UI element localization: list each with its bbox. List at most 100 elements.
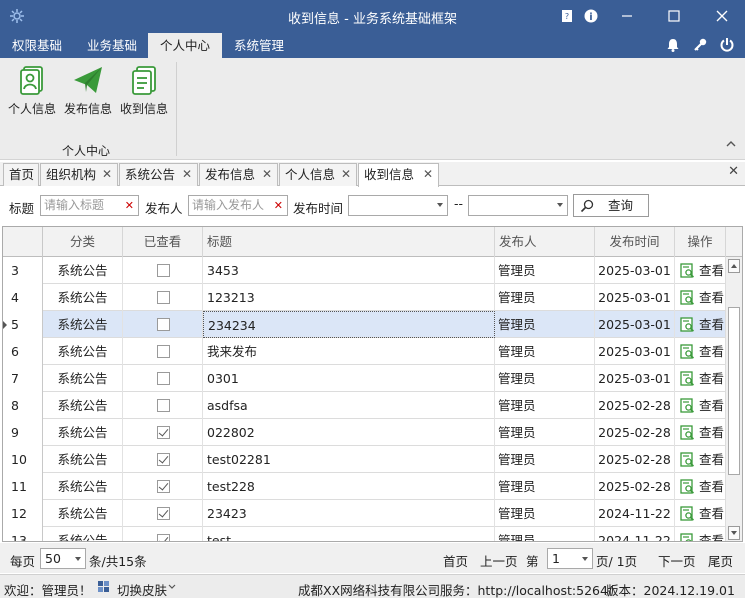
close-tab-icon[interactable]: ✕ xyxy=(102,164,112,185)
scroll-down-button[interactable] xyxy=(728,526,740,540)
table-row[interactable]: 3 系统公告 3453 管理员 2025-03-01 查看 xyxy=(3,257,726,284)
title-search-input[interactable]: 请输入标题 ✕ xyxy=(40,195,139,216)
maximize-icon[interactable] xyxy=(663,6,685,26)
next-page-link[interactable]: 下一页 xyxy=(658,551,696,570)
view-action-cell[interactable]: 查看 xyxy=(675,257,726,284)
key-icon[interactable] xyxy=(692,37,710,55)
page-select[interactable]: 1 xyxy=(547,548,593,569)
view-action-cell[interactable]: 查看 xyxy=(675,446,726,473)
info-icon[interactable]: i xyxy=(580,6,602,26)
view-link[interactable]: 查看 xyxy=(699,392,724,419)
viewed-checkbox[interactable] xyxy=(157,345,170,358)
ribbon-tab-system[interactable]: 系统管理 xyxy=(222,33,296,58)
category-cell: 系统公告 xyxy=(43,446,123,473)
table-row[interactable]: 4 系统公告 123213 管理员 2025-03-01 查看 xyxy=(3,284,726,311)
view-action-cell[interactable]: 查看 xyxy=(675,311,726,338)
table-row[interactable]: 6 系统公告 我来发布 管理员 2025-03-01 查看 xyxy=(3,338,726,365)
table-row[interactable]: 9 系统公告 022802 管理员 2025-02-28 查看 xyxy=(3,419,726,446)
view-link[interactable]: 查看 xyxy=(699,446,724,473)
chevron-down-icon[interactable] xyxy=(168,584,176,590)
doc-tab-org[interactable]: 组织机构 ✕ xyxy=(40,163,118,186)
view-action-cell[interactable]: 查看 xyxy=(675,284,726,311)
view-action-cell[interactable]: 查看 xyxy=(675,527,726,541)
publisher-search-input[interactable]: 请输入发布人 ✕ xyxy=(188,195,288,216)
viewed-checkbox[interactable] xyxy=(157,264,170,277)
close-tab-icon[interactable]: ✕ xyxy=(423,164,433,185)
close-icon[interactable] xyxy=(711,6,733,26)
table-row[interactable]: 8 系统公告 asdfsa 管理员 2025-02-28 查看 xyxy=(3,392,726,419)
table-row[interactable]: 10 系统公告 test02281 管理员 2025-02-28 查看 xyxy=(3,446,726,473)
doc-tab-publish[interactable]: 发布信息 ✕ xyxy=(199,163,278,186)
view-action-cell[interactable]: 查看 xyxy=(675,365,726,392)
bell-icon[interactable] xyxy=(665,37,683,55)
table-row[interactable]: 12 系统公告 23423 管理员 2024-11-22 查看 xyxy=(3,500,726,527)
minimize-icon[interactable] xyxy=(616,6,638,26)
doc-tab-notice[interactable]: 系统公告 ✕ xyxy=(119,163,198,186)
view-action-cell[interactable]: 查看 xyxy=(675,419,726,446)
per-page-value: 50 xyxy=(45,551,61,566)
first-page-link[interactable]: 首页 xyxy=(443,551,468,570)
personal-info-button[interactable]: 个人信息 xyxy=(4,64,60,117)
viewed-checkbox[interactable] xyxy=(157,480,170,493)
scrollbar-thumb[interactable] xyxy=(728,307,740,475)
ribbon-tab-personal[interactable]: 个人中心 xyxy=(148,33,223,58)
viewed-checkbox[interactable] xyxy=(157,426,170,439)
view-link[interactable]: 查看 xyxy=(699,338,724,365)
column-header-date[interactable]: 发布时间 xyxy=(595,227,675,257)
table-row[interactable]: 11 系统公告 test228 管理员 2025-02-28 查看 xyxy=(3,473,726,500)
view-link[interactable]: 查看 xyxy=(699,419,724,446)
table-row[interactable]: 5 系统公告 234234 管理员 2025-03-01 查看 xyxy=(3,311,726,338)
vertical-scrollbar[interactable] xyxy=(725,257,742,541)
viewed-checkbox[interactable] xyxy=(157,372,170,385)
power-icon[interactable] xyxy=(719,37,737,55)
viewed-checkbox[interactable] xyxy=(157,291,170,304)
view-action-cell[interactable]: 查看 xyxy=(675,338,726,365)
date-cell: 2025-03-01 xyxy=(595,311,675,338)
column-header-category[interactable]: 分类 xyxy=(43,227,123,257)
viewed-checkbox[interactable] xyxy=(157,453,170,466)
end-date-select[interactable] xyxy=(468,195,568,216)
close-tab-icon[interactable]: ✕ xyxy=(341,164,351,185)
clear-icon[interactable]: ✕ xyxy=(125,196,134,215)
view-link[interactable]: 查看 xyxy=(699,311,724,338)
prev-page-link[interactable]: 上一页 xyxy=(480,551,518,570)
received-info-button[interactable]: 收到信息 xyxy=(116,64,172,117)
last-page-link[interactable]: 尾页 xyxy=(708,551,733,570)
view-action-cell[interactable]: 查看 xyxy=(675,392,726,419)
doc-tab-received[interactable]: 收到信息 ✕ xyxy=(358,163,439,187)
view-link[interactable]: 查看 xyxy=(699,365,724,392)
pager-bar: 每页 50 条/共15条 首页 上一页 第 1 页/ 1页 下一页 尾页 xyxy=(0,543,745,573)
close-all-tabs-icon[interactable]: ✕ xyxy=(728,164,739,179)
column-header-viewed[interactable]: 已查看 xyxy=(123,227,203,257)
ribbon-tab-business[interactable]: 业务基础 xyxy=(75,33,149,58)
publish-info-button[interactable]: 发布信息 xyxy=(60,64,116,117)
column-header-title[interactable]: 标题 xyxy=(203,227,495,257)
scroll-up-button[interactable] xyxy=(728,259,740,273)
clear-icon[interactable]: ✕ xyxy=(274,196,283,215)
view-link[interactable]: 查看 xyxy=(699,257,724,284)
ribbon-tab-permissions[interactable]: 权限基础 xyxy=(0,33,74,58)
chevron-up-icon[interactable] xyxy=(725,138,739,152)
close-tab-icon[interactable]: ✕ xyxy=(182,164,192,185)
column-header-publisher[interactable]: 发布人 xyxy=(495,227,595,257)
query-button[interactable]: 查询 xyxy=(573,194,649,217)
viewed-checkbox[interactable] xyxy=(157,507,170,520)
view-action-cell[interactable]: 查看 xyxy=(675,473,726,500)
view-link[interactable]: 查看 xyxy=(699,473,724,500)
viewed-checkbox[interactable] xyxy=(157,318,170,331)
table-row[interactable]: 13 系统公告 test 管理员 2024-11-22 查看 xyxy=(3,527,726,541)
help-book-icon[interactable]: ? xyxy=(556,6,578,26)
doc-tab-home[interactable]: 首页 xyxy=(3,163,39,186)
table-row[interactable]: 7 系统公告 0301 管理员 2025-03-01 查看 xyxy=(3,365,726,392)
view-link[interactable]: 查看 xyxy=(699,527,724,541)
start-date-select[interactable] xyxy=(348,195,448,216)
view-link[interactable]: 查看 xyxy=(699,500,724,527)
per-page-select[interactable]: 50 xyxy=(40,548,86,569)
switch-skin-button[interactable]: 切换皮肤 xyxy=(117,580,167,598)
close-tab-icon[interactable]: ✕ xyxy=(262,164,272,185)
viewed-checkbox[interactable] xyxy=(157,534,170,541)
doc-tab-personal[interactable]: 个人信息 ✕ xyxy=(279,163,357,186)
view-action-cell[interactable]: 查看 xyxy=(675,500,726,527)
view-link[interactable]: 查看 xyxy=(699,284,724,311)
viewed-checkbox[interactable] xyxy=(157,399,170,412)
